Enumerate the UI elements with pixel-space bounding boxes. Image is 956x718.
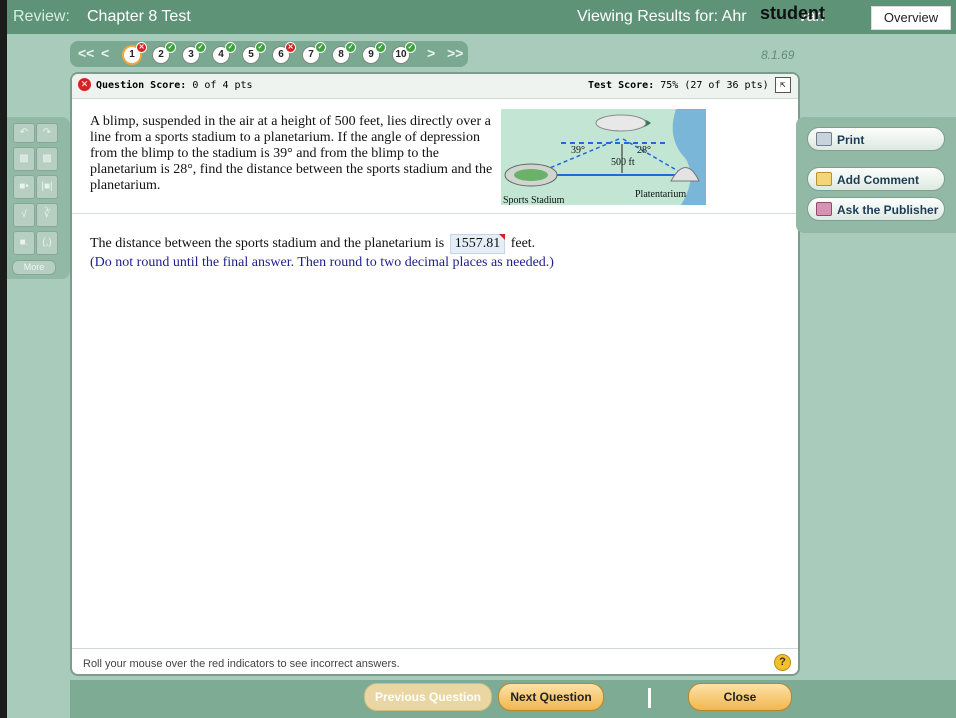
add-comment-button[interactable]: Add Comment — [807, 167, 945, 191]
bottom-nav-bar: Previous Question Next Question Close — [70, 680, 956, 718]
question-button[interactable]: 2 ✓ — [152, 42, 176, 64]
mixed-number-icon[interactable]: ▩ — [36, 147, 58, 171]
app-frame: Review: Chapter 8 Test Viewing Results f… — [7, 0, 956, 718]
check-icon: ✓ — [225, 42, 236, 53]
test-score-label: Test Score: — [588, 80, 655, 91]
nth-root-icon[interactable]: ∛ — [36, 203, 58, 227]
viewing-results-text: Viewing Results for: Ahr — [577, 8, 747, 25]
incorrect-icon: ✕ — [78, 78, 91, 91]
test-score: Test Score: 75% (27 of 36 pts) — [588, 80, 769, 91]
first-question-arrow[interactable]: << — [78, 45, 94, 61]
blimp-shape — [595, 114, 647, 132]
stadium-field — [514, 169, 548, 181]
expand-icon[interactable]: ⇱ — [775, 77, 791, 93]
question-separator — [72, 213, 798, 214]
decimal-icon[interactable]: ■. — [13, 231, 35, 255]
print-label: Print — [837, 133, 865, 147]
fraction-icon[interactable]: ▩ — [13, 147, 35, 171]
close-button[interactable]: Close — [688, 683, 792, 711]
angle-left-label: 39° — [571, 145, 585, 156]
square-root-icon[interactable]: √ — [13, 203, 35, 227]
question-score-value: 0 of 4 pts — [192, 80, 253, 91]
x-icon: ✕ — [285, 42, 296, 53]
next-question-arrow[interactable]: > — [427, 45, 435, 61]
comment-icon — [816, 172, 832, 186]
height-label: 500 ft — [611, 157, 635, 168]
check-icon: ✓ — [405, 42, 416, 53]
answer-prefix: The distance between the sports stadium … — [90, 236, 445, 251]
more-tools-button[interactable]: More — [12, 260, 56, 275]
angle-right-label: 28° — [637, 145, 651, 156]
test-title: Chapter 8 Test — [87, 8, 191, 25]
question-score-label: Question Score: — [96, 80, 187, 91]
question-button[interactable]: 7 ✓ — [302, 42, 326, 64]
question-button[interactable]: 5 ✓ — [242, 42, 266, 64]
question-button[interactable]: 3 ✓ — [182, 42, 206, 64]
answer-suffix: feet. — [510, 236, 536, 251]
question-text: A blimp, suspended in the air at a heigh… — [90, 114, 493, 193]
panel-footer: Roll your mouse over the red indicators … — [72, 648, 798, 674]
rounding-note: (Do not round until the final answer. Th… — [90, 255, 554, 270]
prev-question-arrow[interactable]: < — [101, 45, 109, 61]
student-overlay-text: student — [760, 3, 825, 23]
help-icon[interactable]: ? — [774, 654, 791, 671]
check-icon: ✓ — [165, 42, 176, 53]
planetarium-label: Platentarium — [635, 189, 686, 200]
question-score: Question Score: 0 of 4 pts — [96, 80, 253, 91]
undo-icon[interactable]: ↶ — [13, 123, 35, 143]
overview-tab[interactable]: Overview — [871, 6, 951, 30]
check-icon: ✓ — [255, 42, 266, 53]
question-button[interactable]: 10 ✓ — [392, 42, 416, 64]
answer-value[interactable]: 1557.81 — [449, 234, 506, 254]
question-button[interactable]: 4 ✓ — [212, 42, 236, 64]
test-score-value: 75% (27 of 36 pts) — [660, 80, 769, 91]
printer-icon — [816, 132, 832, 146]
footer-hint: Roll your mouse over the red indicators … — [83, 658, 400, 670]
previous-question-button[interactable]: Previous Question — [364, 683, 492, 711]
add-comment-label: Add Comment — [837, 173, 919, 187]
math-tools-palette: ↶ ↷ ▩ ▩ ■• |■| √ ∛ ■. (,) More — [7, 117, 70, 279]
blimp-figure: 39° 28° 500 ft Sports Stadium Platentari… — [501, 109, 706, 205]
absolute-value-icon[interactable]: |■| — [36, 175, 58, 199]
question-button[interactable]: 6 ✕ — [272, 42, 296, 64]
question-panel: ✕ Question Score: 0 of 4 pts Test Score:… — [70, 72, 800, 676]
question-button[interactable]: 1 ✕ — [122, 42, 147, 65]
check-icon: ✓ — [315, 42, 326, 53]
answer-line: The distance between the sports stadium … — [90, 234, 535, 254]
nav-divider — [648, 688, 651, 708]
score-header: ✕ Question Score: 0 of 4 pts Test Score:… — [72, 74, 798, 99]
question-version: 8.1.69 — [761, 48, 795, 62]
exponent-icon[interactable]: ■• — [13, 175, 35, 199]
next-question-button[interactable]: Next Question — [498, 683, 604, 711]
stadium-label: Sports Stadium — [503, 195, 565, 205]
review-label: Review: — [13, 8, 70, 25]
question-navigator: << < 1 ✕ 2 ✓ 3 ✓ 4 ✓ 5 ✓ 6 ✕ 7 ✓ 8 ✓ 9 ✓ 10 ✓ > >> — [70, 41, 468, 67]
last-question-arrow[interactable]: >> — [447, 45, 463, 61]
check-icon: ✓ — [345, 42, 356, 53]
side-actions-panel: Print Add Comment Ask the Publisher — [796, 117, 956, 233]
question-button[interactable]: 9 ✓ — [362, 42, 386, 64]
blimp-diagram: 39° 28° 500 ft Sports Stadium Platentari… — [501, 109, 706, 205]
ordered-pair-icon[interactable]: (,) — [36, 231, 58, 255]
print-button[interactable]: Print — [807, 127, 945, 151]
x-icon: ✕ — [136, 42, 147, 53]
redo-icon[interactable]: ↷ — [36, 123, 58, 143]
ask-publisher-label: Ask the Publisher — [837, 203, 939, 217]
ask-publisher-button[interactable]: Ask the Publisher — [807, 197, 945, 221]
question-button[interactable]: 8 ✓ — [332, 42, 356, 64]
check-icon: ✓ — [375, 42, 386, 53]
check-icon: ✓ — [195, 42, 206, 53]
header-bar: Review: Chapter 8 Test Viewing Results f… — [7, 0, 956, 34]
gift-icon — [816, 202, 832, 216]
